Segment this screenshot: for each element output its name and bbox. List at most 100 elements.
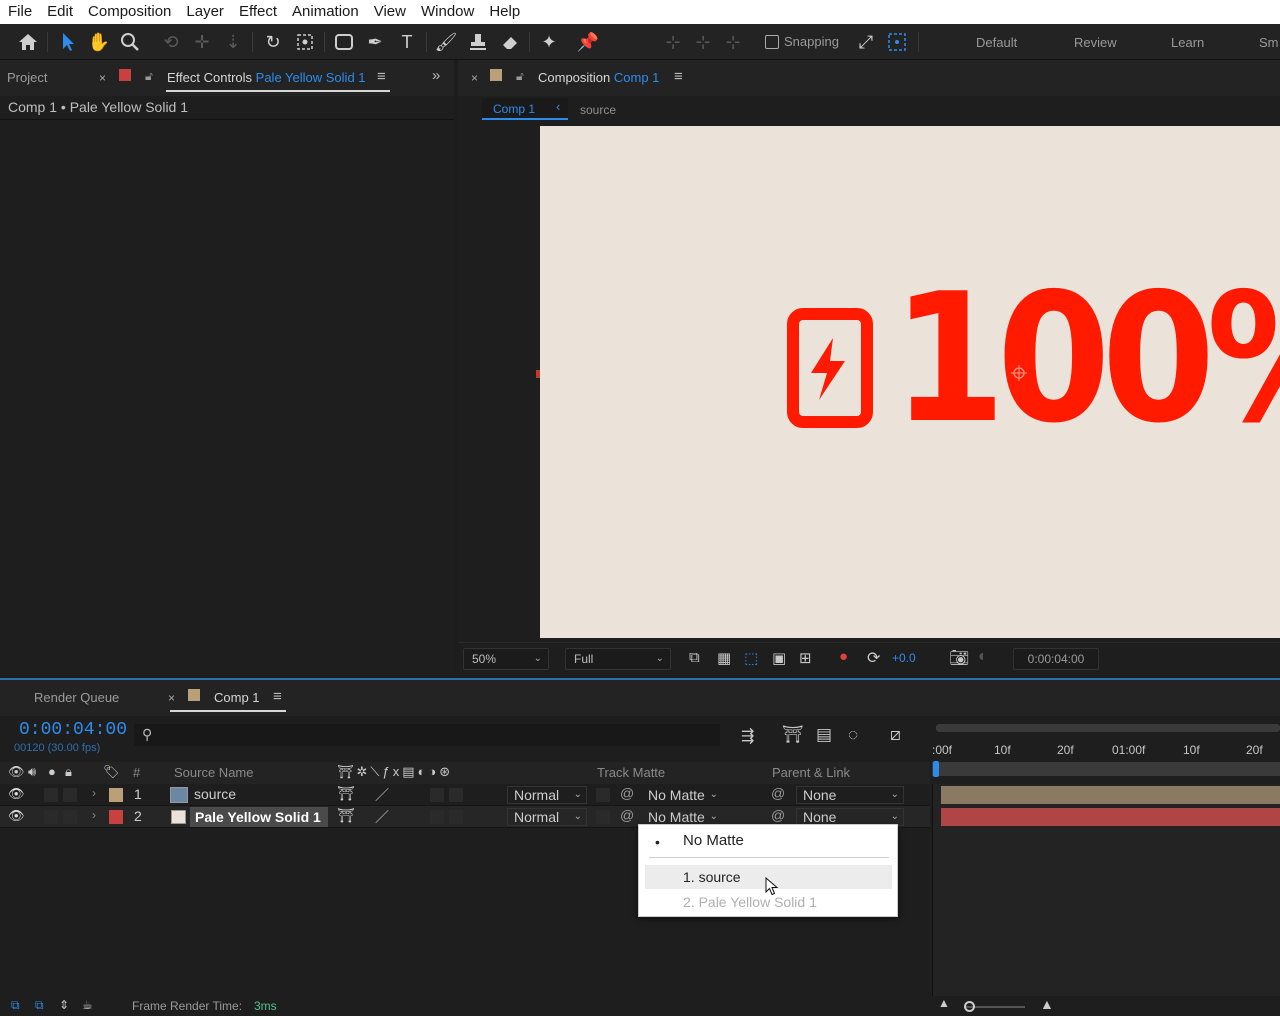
- in-out-toggle-icon[interactable]: ⇕: [59, 998, 69, 1012]
- menu-effect[interactable]: Effect: [231, 0, 284, 24]
- eye-icon[interactable]: 👁︎: [8, 808, 25, 824]
- dolly-camera-icon[interactable]: ⇣: [220, 29, 246, 55]
- eye-icon[interactable]: 👁︎: [8, 764, 25, 780]
- current-time-display[interactable]: 0:00:04:00: [1013, 648, 1099, 670]
- motion-blur-icon[interactable]: ◌: [848, 725, 858, 745]
- snap-features-icon[interactable]: [884, 29, 910, 55]
- close-icon[interactable]: ×: [471, 71, 478, 85]
- solo-icon[interactable]: ●: [48, 764, 56, 779]
- label-color-swatch[interactable]: [109, 788, 123, 802]
- lock-icon[interactable]: 🔓︎: [145, 69, 153, 84]
- clone-stamp-tool-icon[interactable]: [465, 29, 491, 55]
- table-row[interactable]: 👁︎ › 1 source ⛩ ／ Normal ⌄ @ No Matte ⌄ @ …: [0, 784, 930, 806]
- close-icon[interactable]: ×: [99, 71, 106, 85]
- menu-file[interactable]: File: [0, 0, 39, 24]
- tab-project[interactable]: Project: [7, 70, 47, 85]
- overflow-chevron-icon[interactable]: »: [432, 67, 440, 84]
- parent-dropdown[interactable]: None ⌄: [796, 786, 904, 804]
- graph-editor-icon[interactable]: ⧄: [890, 725, 901, 745]
- shape-tool-icon[interactable]: [331, 29, 357, 55]
- axis-local-icon[interactable]: ⊹: [660, 29, 686, 55]
- current-time[interactable]: 0:00:04:00: [19, 720, 127, 740]
- preserve-transparency-switch[interactable]: [596, 788, 610, 802]
- track-matte-dropdown[interactable]: No Matte ⌄: [641, 786, 723, 804]
- menu-help[interactable]: Help: [481, 0, 527, 24]
- menu-window[interactable]: Window: [413, 0, 481, 24]
- snap-edges-icon[interactable]: ⤢: [853, 29, 879, 55]
- fast-previews-icon[interactable]: ⧉: [689, 649, 700, 666]
- shy-switch-icon[interactable]: ⛩: [337, 807, 355, 824]
- close-icon[interactable]: ×: [168, 691, 175, 705]
- pan-camera-icon[interactable]: ✛: [189, 29, 215, 55]
- show-snapshot-icon[interactable]: ◐: [978, 648, 988, 666]
- pickwhip-icon[interactable]: @: [620, 785, 634, 801]
- zoom-tool-icon[interactable]: [117, 29, 143, 55]
- menu-view[interactable]: View: [366, 0, 413, 24]
- exposure-value[interactable]: +0.0: [892, 651, 916, 665]
- label-color-swatch[interactable]: [109, 810, 123, 824]
- layer-switches-toggle-icon[interactable]: ⧉: [11, 998, 20, 1013]
- blend-mode-dropdown[interactable]: Normal ⌄: [507, 808, 587, 826]
- tab-effect-controls[interactable]: Effect Controls Pale Yellow Solid 1: [167, 70, 366, 85]
- blend-switch[interactable]: [449, 810, 463, 824]
- quality-switch-icon[interactable]: ／: [375, 807, 389, 827]
- menu-edit[interactable]: Edit: [39, 0, 80, 24]
- zoom-dropdown[interactable]: 50% ⌄: [463, 648, 549, 670]
- flow-current-comp[interactable]: Comp 1 ‹: [482, 98, 568, 120]
- zoom-out-icon[interactable]: ▲: [938, 996, 950, 1010]
- parent-pickwhip-icon[interactable]: @: [771, 785, 785, 801]
- audio-icon[interactable]: 🔊︎: [28, 764, 36, 780]
- transparency-grid-icon[interactable]: ▦: [717, 649, 731, 667]
- menu-layer[interactable]: Layer: [178, 0, 231, 24]
- quality-switch-icon[interactable]: ／: [375, 785, 389, 805]
- playhead[interactable]: [933, 761, 939, 777]
- layer-name[interactable]: source: [194, 786, 236, 802]
- solo-switch[interactable]: [44, 788, 58, 802]
- layer-bar-source[interactable]: [941, 786, 1280, 804]
- shy-switch-icon[interactable]: ⛩: [337, 785, 355, 802]
- pen-tool-icon[interactable]: ✒: [362, 29, 388, 55]
- rotation-tool-icon[interactable]: ↻: [260, 29, 286, 55]
- workspace-learn[interactable]: Learn: [1171, 35, 1204, 50]
- puppet-pin-tool-icon[interactable]: 📌: [575, 29, 601, 55]
- label-tag-icon[interactable]: 🏷︎: [103, 764, 120, 780]
- zoom-in-icon[interactable]: ▲: [1040, 996, 1054, 1012]
- menu-item-source[interactable]: 1. source: [683, 869, 741, 885]
- parent-pickwhip-icon[interactable]: @: [771, 807, 785, 823]
- composition-canvas[interactable]: 100%: [540, 126, 1280, 638]
- grid-guides-icon[interactable]: ⊞: [799, 649, 812, 667]
- layer-name[interactable]: Pale Yellow Solid 1: [190, 807, 328, 827]
- time-ruler[interactable]: :00f 10f 20f 01:00f 10f 20f: [932, 720, 1280, 780]
- orbit-camera-icon[interactable]: ⟲: [158, 29, 184, 55]
- channels-icon[interactable]: ●: [839, 648, 848, 665]
- workspace-review[interactable]: Review: [1074, 35, 1117, 50]
- eraser-tool-icon[interactable]: [497, 29, 523, 55]
- tab-render-queue[interactable]: Render Queue: [34, 690, 119, 705]
- solo-switch[interactable]: [44, 810, 58, 824]
- workspace-default[interactable]: Default: [976, 35, 1017, 50]
- brush-tool-icon[interactable]: 🖌: [433, 29, 459, 55]
- tab-composition[interactable]: Composition Comp 1: [538, 70, 659, 85]
- hand-tool-icon[interactable]: ✋: [86, 29, 112, 55]
- blend-mode-dropdown[interactable]: Normal ⌄: [507, 786, 587, 804]
- fx-switch[interactable]: [430, 810, 444, 824]
- panel-menu-icon[interactable]: ≡: [273, 688, 282, 705]
- composition-flowchart-icon[interactable]: ⇶: [741, 726, 754, 746]
- pan-behind-tool-icon[interactable]: [292, 29, 318, 55]
- type-tool-icon[interactable]: T: [394, 29, 420, 55]
- timeline-zoom-handle[interactable]: [964, 1001, 975, 1012]
- lock-switch[interactable]: [63, 788, 77, 802]
- fx-switch[interactable]: [430, 788, 444, 802]
- lock-switch[interactable]: [63, 810, 77, 824]
- eye-icon[interactable]: 👁︎: [8, 786, 25, 802]
- menu-item-no-matte[interactable]: No Matte: [683, 832, 744, 849]
- flow-source-label[interactable]: source: [580, 103, 616, 117]
- menu-animation[interactable]: Animation: [284, 0, 366, 24]
- axis-world-icon[interactable]: ⊹: [690, 29, 716, 55]
- lock-icon[interactable]: 🔒︎: [65, 764, 72, 780]
- work-area-bar[interactable]: [936, 724, 1280, 732]
- chevron-right-icon[interactable]: ›: [92, 786, 96, 800]
- axis-view-icon[interactable]: ⊹: [720, 29, 746, 55]
- home-icon[interactable]: [15, 29, 41, 55]
- mask-visibility-icon[interactable]: ⬚: [744, 649, 758, 667]
